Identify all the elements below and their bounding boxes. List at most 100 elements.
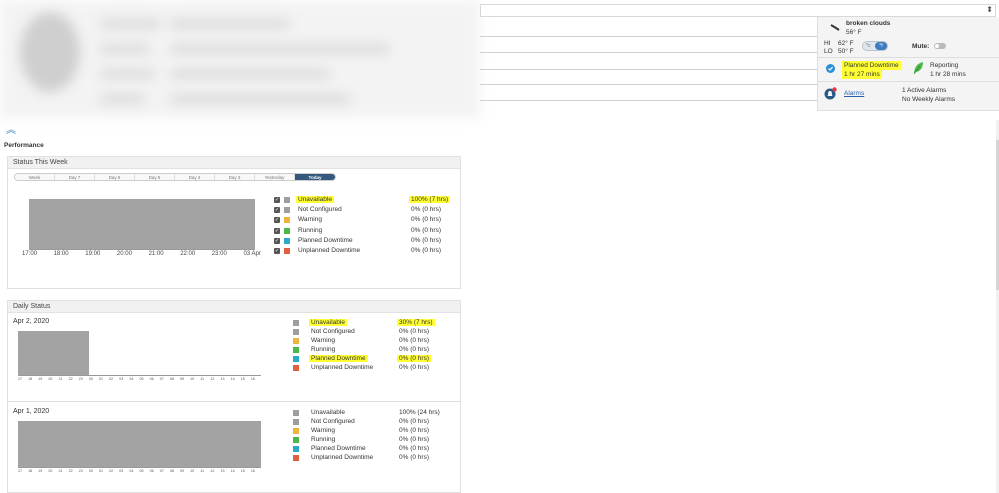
legend-label: Not Configured	[311, 328, 355, 335]
check-circle-icon	[826, 64, 835, 73]
day-x-axis	[18, 467, 261, 468]
alarms-link[interactable]: Alarms	[844, 90, 864, 97]
legend-label: Warning	[311, 427, 335, 434]
day-x-axis	[18, 375, 261, 376]
legend-row: Warning 0% (0 hrs)	[293, 337, 453, 346]
wind-icon	[830, 24, 840, 31]
status-week-title: Status This Week	[8, 157, 460, 169]
legend-label: Not Configured	[311, 418, 355, 425]
legend-swatch	[284, 237, 290, 244]
day-x-tick: 01	[99, 377, 103, 381]
legend-row: Unplanned Downtime 0% (0 hrs)	[293, 364, 453, 373]
divider	[480, 52, 817, 53]
tab-yesterday[interactable]: Yesterday	[255, 174, 295, 180]
day-x-tick: 22	[68, 377, 73, 381]
day-x-tick: 09	[180, 469, 184, 473]
day-x-tick: 23	[78, 377, 83, 381]
legend-value: 0% (0 hrs)	[399, 454, 429, 461]
legend-value: 0% (0 hrs)	[399, 436, 429, 443]
day-x-tick: 18	[28, 377, 33, 381]
day-x-tick: 16	[250, 377, 255, 381]
active-alarms: 1 Active Alarms	[902, 87, 947, 94]
day-x-tick: 06	[149, 469, 154, 473]
tab-day-6[interactable]: Day 6	[95, 174, 135, 180]
day-x-tick: 22	[68, 469, 73, 473]
status-panel: broken clouds 56° F HI 62° F LO 50° F °c…	[817, 17, 999, 111]
daily-status-title: Daily Status	[8, 301, 460, 313]
legend-checkbox[interactable]: ✓	[274, 227, 280, 234]
legend-label: Warning	[311, 337, 335, 344]
day-x-tick: 19	[38, 377, 43, 381]
legend-swatch	[284, 227, 290, 234]
week-x-tick: 17:00	[22, 251, 38, 257]
legend-checkbox[interactable]: ✓	[274, 237, 280, 244]
header-dropdown[interactable]: ⬍	[480, 4, 996, 17]
day-x-tick: 06	[149, 377, 154, 381]
day-x-tick: 17	[18, 469, 22, 473]
legend-checkbox[interactable]: ✓	[274, 217, 280, 224]
week-x-tick: 22:00	[180, 251, 196, 257]
legend-row: Running 0% (0 hrs)	[293, 436, 453, 445]
day-x-tick: 14	[230, 377, 235, 381]
legend-swatch	[293, 437, 299, 443]
current-temp: 56° F	[846, 29, 862, 36]
day-x-tick: 15	[240, 377, 245, 381]
week-x-axis	[29, 249, 255, 250]
status-this-week-panel: Status This Week Week Day 7 Day 6 Day 5 Day …	[7, 156, 461, 289]
tab-week[interactable]: Week	[15, 174, 55, 180]
legend-label: Unplanned Downtime	[311, 454, 374, 461]
tab-day-4[interactable]: Day 4	[175, 174, 215, 180]
legend-value: 0% (0 hrs)	[399, 445, 429, 452]
legend-label: Unplanned Downtime	[298, 247, 361, 254]
mute-toggle[interactable]	[934, 43, 946, 49]
legend-row: ✓ Warning 0% (0 hrs)	[274, 216, 454, 225]
legend-checkbox[interactable]: ✓	[274, 197, 280, 203]
tab-day-3[interactable]: Day 3	[215, 174, 255, 180]
day-x-tick: 19	[38, 469, 43, 473]
day-x-tick: 11	[200, 469, 205, 473]
week-x-tick: 23:00	[211, 251, 227, 257]
day-x-tick: 23	[78, 469, 83, 473]
performance-title: Performance	[4, 142, 44, 149]
legend-row: ✓ Running 0% (0 hrs)	[274, 227, 454, 236]
day-x-tick: 08	[169, 469, 174, 473]
legend-checkbox[interactable]: ✓	[274, 207, 280, 214]
day-x-tick: 10	[190, 377, 195, 381]
tab-today[interactable]: Today	[295, 174, 335, 180]
daily-status-panel: Daily Status Apr 2, 2020 17 18 19 20 21 22 23 00…	[7, 300, 461, 493]
tab-day-5[interactable]: Day 5	[135, 174, 175, 180]
legend-checkbox[interactable]: ✓	[274, 248, 280, 254]
legend-swatch	[293, 338, 299, 344]
legend-swatch	[284, 207, 290, 214]
day-x-tick: 13	[220, 469, 225, 473]
day-date: Apr 1, 2020	[13, 408, 50, 415]
temp-unit-toggle[interactable]: °c °f	[862, 41, 888, 51]
day-x-tick: 03	[119, 377, 124, 381]
legend-row: Not Configured 0% (0 hrs)	[293, 418, 453, 427]
day-x-tick: 14	[230, 469, 235, 473]
legend-value: 0% (0 hrs)	[411, 216, 441, 224]
legend-row: Warning 0% (0 hrs)	[293, 427, 453, 436]
legend-swatch	[284, 248, 290, 254]
day-x-tick: 05	[139, 469, 144, 473]
day-date: Apr 2, 2020	[13, 318, 50, 325]
legend-row: Unplanned Downtime 0% (0 hrs)	[293, 454, 453, 463]
tab-day-7[interactable]: Day 7	[55, 174, 95, 180]
lo-value: 50° F	[838, 48, 854, 55]
legend-swatch	[293, 320, 299, 326]
legend-value: 30% (7 hrs)	[397, 319, 435, 326]
legend-value: 100% (24 hrs)	[399, 409, 440, 416]
legend-swatch	[284, 197, 290, 203]
legend-swatch	[293, 419, 299, 425]
legend-label: Running	[298, 226, 323, 234]
mute-label: Mute:	[912, 43, 930, 50]
hi-label: HI	[824, 40, 831, 47]
day-x-tick: 11	[200, 377, 205, 381]
legend-value: 100% (7 hrs)	[409, 196, 451, 203]
legend-row: Running 0% (0 hrs)	[293, 346, 453, 355]
day-x-tick: 01	[99, 469, 103, 473]
divider	[480, 69, 817, 70]
collapse-icon[interactable]: ︽	[6, 121, 16, 136]
day-x-tick: 16	[250, 469, 255, 473]
day-x-tick: 05	[139, 377, 144, 381]
